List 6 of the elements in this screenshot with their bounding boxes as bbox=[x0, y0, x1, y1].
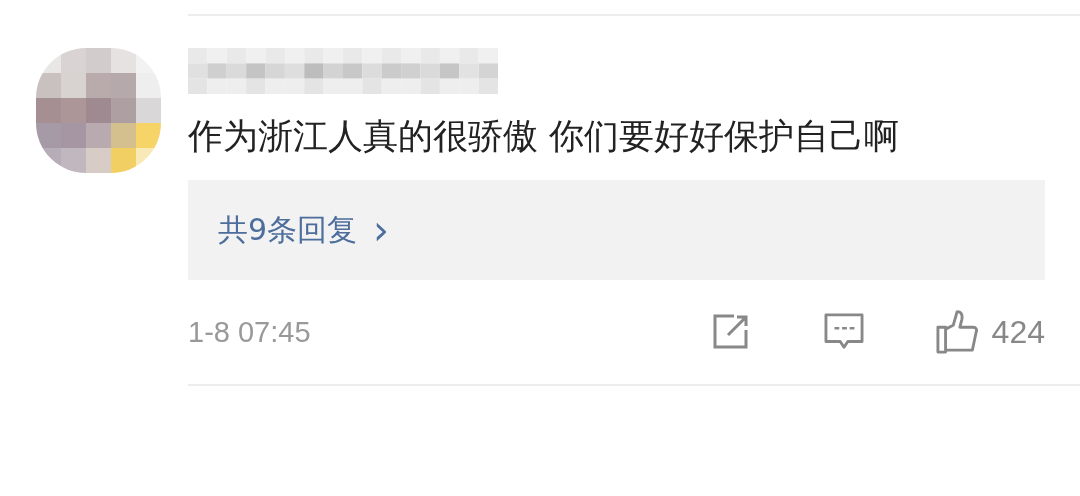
comment-text: 作为浙江人真的很骄傲 你们要好好保护自己啊 bbox=[188, 115, 901, 158]
like-count: 424 bbox=[991, 313, 1045, 351]
replies-link[interactable]: 共9条回复 › bbox=[218, 209, 390, 251]
comment-time: 1-8 07:45 bbox=[188, 315, 311, 349]
comment-icon[interactable] bbox=[823, 313, 864, 351]
thumbs-up-icon[interactable] bbox=[935, 310, 980, 354]
